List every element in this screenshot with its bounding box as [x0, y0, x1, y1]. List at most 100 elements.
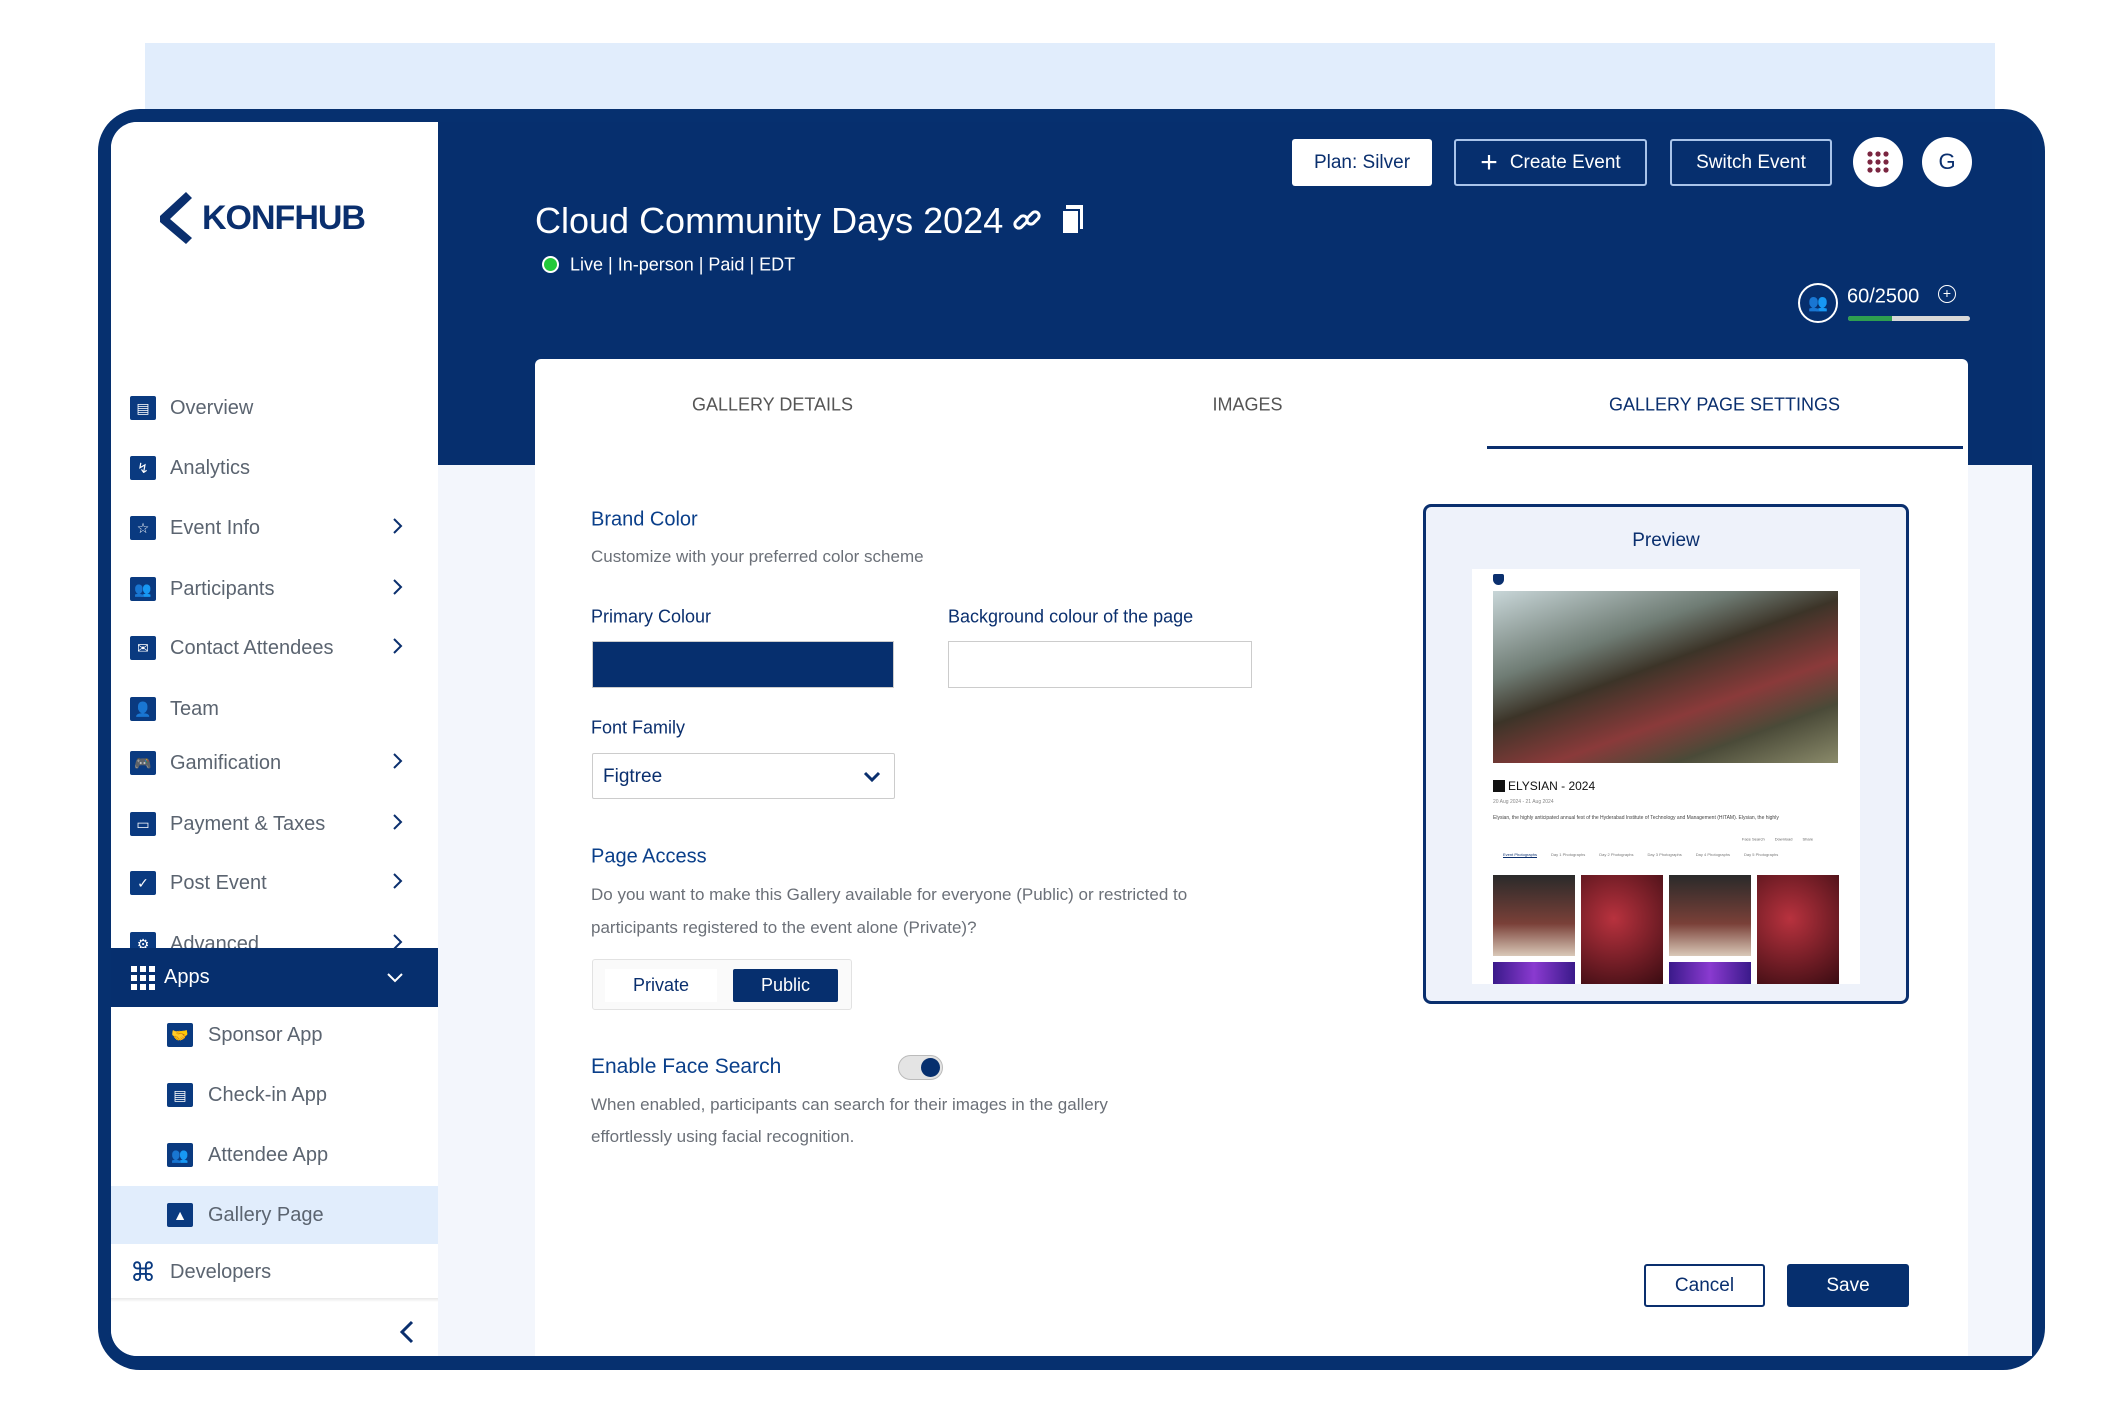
- face-search-title: Enable Face Search: [591, 1055, 782, 1078]
- sidebar-subitem-check-in-app[interactable]: ▤ Check-in App: [111, 1066, 438, 1124]
- sidebar-item-label: Apps: [164, 966, 210, 988]
- preview-tab: Event Photographs: [1503, 852, 1538, 858]
- attendee-progress-fill: [1848, 316, 1892, 321]
- payment-card-icon: ▭: [128, 810, 158, 838]
- users-icon: 👥: [128, 575, 158, 603]
- apps-menu-button[interactable]: [1853, 137, 1903, 187]
- sidebar-item-overview[interactable]: ▤ Overview: [111, 380, 438, 436]
- preview-hero-image: [1493, 591, 1838, 763]
- preview-event-name: ELYSIAN - 2024: [1508, 779, 1596, 793]
- tab-images[interactable]: IMAGES: [1010, 395, 1485, 416]
- preview-dates: 20 Aug 2024 - 21 Aug 2024: [1493, 799, 1554, 805]
- background-colour-label: Background colour of the page: [948, 606, 1194, 627]
- sidebar-item-participants[interactable]: 👥 Participants: [111, 561, 438, 617]
- link-icon[interactable]: [1011, 204, 1043, 241]
- sidebar-item-label: Sponsor App: [208, 1023, 323, 1046]
- sidebar-item-contact-attendees[interactable]: ✉ Contact Attendees: [111, 620, 438, 676]
- preview-share: Share: [1802, 836, 1814, 842]
- chevron-right-icon: [393, 872, 403, 895]
- sidebar-item-label: Analytics: [170, 456, 251, 479]
- sidebar-item-analytics[interactable]: ↯ Analytics: [111, 440, 438, 496]
- sidebar-item-event-info[interactable]: ☆ Event Info: [111, 500, 438, 556]
- user-avatar[interactable]: G: [1922, 137, 1972, 187]
- page-access-title: Page Access: [591, 845, 707, 868]
- sidebar-item-apps[interactable]: Apps: [111, 948, 438, 1007]
- logo-text: KONFHUB: [202, 198, 366, 237]
- preview-thumb: [1581, 875, 1663, 984]
- background-colour-picker[interactable]: [948, 641, 1252, 688]
- chevron-right-icon: [393, 813, 403, 836]
- live-status-dot: [542, 256, 559, 273]
- dots-grid-icon: [1867, 151, 1889, 173]
- sidebar-item-label: Participants: [170, 577, 275, 600]
- sidebar-item-label: Gamification: [170, 751, 282, 774]
- sidebar-item-post-event[interactable]: ✓ Post Event: [111, 855, 438, 911]
- document-search-icon: ▤: [128, 394, 158, 422]
- face-search-desc-2: effortlessly using facial recognition.: [591, 1127, 855, 1146]
- sidebar-item-label: Post Event: [170, 871, 267, 894]
- calendar-star-icon: ☆: [128, 514, 158, 542]
- chevron-right-icon: [393, 637, 403, 660]
- preview-description: Elysian, the highly anticipated annual f…: [1493, 815, 1779, 821]
- preview-thumb: [1757, 875, 1839, 984]
- sidebar-item-label: Developers: [170, 1260, 272, 1283]
- sidebar-item-label: Attendee App: [208, 1143, 329, 1166]
- preview-tab: Day 4 Photographs: [1695, 852, 1731, 857]
- settings-card: GALLERY DETAILS IMAGES GALLERY PAGE SETT…: [535, 359, 1968, 1356]
- switch-event-button[interactable]: Switch Event: [1670, 139, 1832, 186]
- preview-face-search: Face Search: [1742, 836, 1765, 842]
- copy-icon[interactable]: [1061, 205, 1085, 240]
- sidebar-item-label: Event Info: [170, 516, 261, 539]
- sidebar-divider: [111, 1298, 438, 1302]
- preview-thumb: [1669, 875, 1751, 956]
- tab-gallery-details[interactable]: GALLERY DETAILS: [535, 395, 1010, 416]
- preview-panel: Preview ELYSIAN - 2024 20 Aug 2024 - 21 …: [1423, 504, 1909, 1004]
- face-search-toggle[interactable]: [898, 1055, 943, 1080]
- background-band: [145, 43, 1995, 113]
- preview-page: ELYSIAN - 2024 20 Aug 2024 - 21 Aug 2024…: [1472, 569, 1860, 984]
- tab-gallery-page-settings[interactable]: GALLERY PAGE SETTINGS: [1487, 395, 1962, 416]
- sidebar-subitem-sponsor-app[interactable]: 🤝 Sponsor App: [111, 1006, 438, 1064]
- add-capacity-icon[interactable]: +: [1938, 285, 1956, 303]
- collapse-sidebar-button[interactable]: [399, 1320, 415, 1349]
- image-icon: ▲: [165, 1201, 195, 1229]
- create-event-label: Create Event: [1509, 151, 1621, 173]
- face-search-desc-1: When enabled, participants can search fo…: [591, 1095, 1108, 1114]
- sidebar-item-label: Team: [170, 697, 219, 720]
- sidebar-item-gamification[interactable]: 🎮 Gamification: [111, 735, 438, 791]
- plan-button[interactable]: Plan: Silver: [1292, 139, 1432, 186]
- user-plus-icon: 👤: [128, 695, 158, 723]
- create-event-button[interactable]: + Create Event: [1454, 139, 1647, 186]
- event-title: Cloud Community Days 2024: [535, 200, 1004, 241]
- preview-actions: Face Search Download Share: [1742, 837, 1813, 842]
- sidebar-subitem-attendee-app[interactable]: 👥 Attendee App: [111, 1126, 438, 1184]
- attendees-icon: 👥: [1798, 283, 1838, 323]
- sidebar-subitem-gallery-page[interactable]: ▲ Gallery Page: [111, 1186, 438, 1244]
- font-family-select[interactable]: Figtree: [592, 753, 895, 799]
- konfhub-logo-icon: [160, 192, 192, 244]
- access-public-option[interactable]: Public: [733, 969, 838, 1002]
- sidebar-item-label: Overview: [170, 396, 254, 419]
- page-access-toggle: Private Public: [592, 959, 852, 1010]
- access-private-option[interactable]: Private: [605, 969, 717, 1002]
- sidebar: KONFHUB ▤ Overview ↯ Analytics ☆ Event Info 👥 P…: [111, 122, 438, 1356]
- font-family-value: Figtree: [603, 766, 663, 787]
- preview-thumb: [1493, 875, 1575, 956]
- preview-tab: Day 1 Photographs: [1551, 852, 1586, 857]
- cancel-button[interactable]: Cancel: [1644, 1264, 1765, 1307]
- chevron-right-icon: [393, 578, 403, 601]
- attendee-progress-bar: [1848, 316, 1970, 321]
- save-button[interactable]: Save: [1787, 1264, 1909, 1307]
- sidebar-item-team[interactable]: 👤 Team: [111, 681, 438, 737]
- chart-line-icon: ↯: [128, 454, 158, 482]
- badge-check-icon: ▤: [165, 1081, 195, 1109]
- sidebar-item-label: Check-in App: [208, 1083, 327, 1106]
- preview-tab: Day 5 Photographs: [1744, 852, 1779, 857]
- preview-download: Download: [1774, 836, 1793, 842]
- chevron-right-icon: [393, 752, 403, 775]
- preview-event-logo: [1493, 780, 1505, 792]
- chevron-down-icon: [387, 966, 403, 989]
- sidebar-item-developers[interactable]: ⌘ Developers: [111, 1244, 438, 1300]
- sidebar-item-payment-taxes[interactable]: ▭ Payment & Taxes: [111, 796, 438, 852]
- primary-colour-picker[interactable]: [592, 641, 894, 688]
